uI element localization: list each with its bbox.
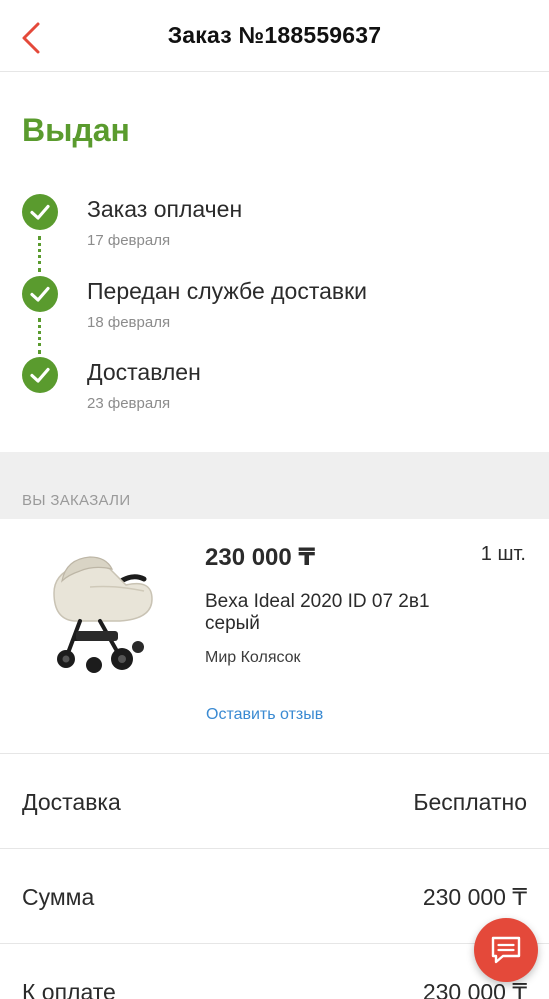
chat-button[interactable]	[474, 918, 538, 982]
status-step-date: 23 февраля	[87, 395, 171, 412]
timeline-connector	[38, 236, 42, 272]
summary-label: К оплате	[22, 979, 116, 999]
summary-row-sum: Сумма 230 000 ₸	[0, 849, 549, 944]
status-step-label: Заказ оплачен	[87, 196, 243, 222]
page-title: Заказ №188559637	[167, 22, 382, 48]
status-step-date: 18 февраля	[87, 314, 171, 331]
summary-label: Сумма	[22, 884, 95, 910]
check-icon	[22, 194, 58, 230]
order-status-title: Выдан	[22, 112, 130, 148]
product-quantity: 1 шт.	[480, 543, 526, 565]
status-step-label: Передан службе доставки	[87, 278, 368, 304]
ordered-section-header: ВЫ ЗАКАЗАЛИ	[0, 452, 549, 519]
summary-value: 230 000 ₸	[422, 979, 527, 999]
check-icon	[22, 357, 58, 393]
stroller-photo	[40, 535, 170, 675]
leave-review-link[interactable]: Оставить отзыв	[206, 706, 323, 724]
status-step-label: Доставлен	[87, 359, 201, 385]
section-title: ВЫ ЗАКАЗАЛИ	[22, 492, 131, 509]
ordered-product[interactable]: 230 000 ₸ 1 шт. Bexa Ideal 2020 ID 07 2в…	[0, 519, 549, 754]
product-seller: Мир Колясок	[205, 649, 301, 666]
summary-row-delivery: Доставка Бесплатно	[0, 754, 549, 849]
timeline-connector	[38, 318, 42, 354]
product-price: 230 000 ₸	[205, 544, 316, 571]
product-name: Bexa Ideal 2020 ID 07 2в1 серый	[205, 591, 430, 634]
summary-row-total: К оплате 230 000 ₸	[0, 944, 549, 999]
summary-label: Доставка	[22, 789, 121, 815]
check-icon	[22, 276, 58, 312]
chat-icon	[491, 936, 521, 964]
summary-value: 230 000 ₸	[422, 884, 527, 910]
summary-value: Бесплатно	[413, 789, 527, 815]
status-step-date: 17 февраля	[87, 232, 171, 249]
header: Заказ №188559637	[0, 0, 549, 72]
